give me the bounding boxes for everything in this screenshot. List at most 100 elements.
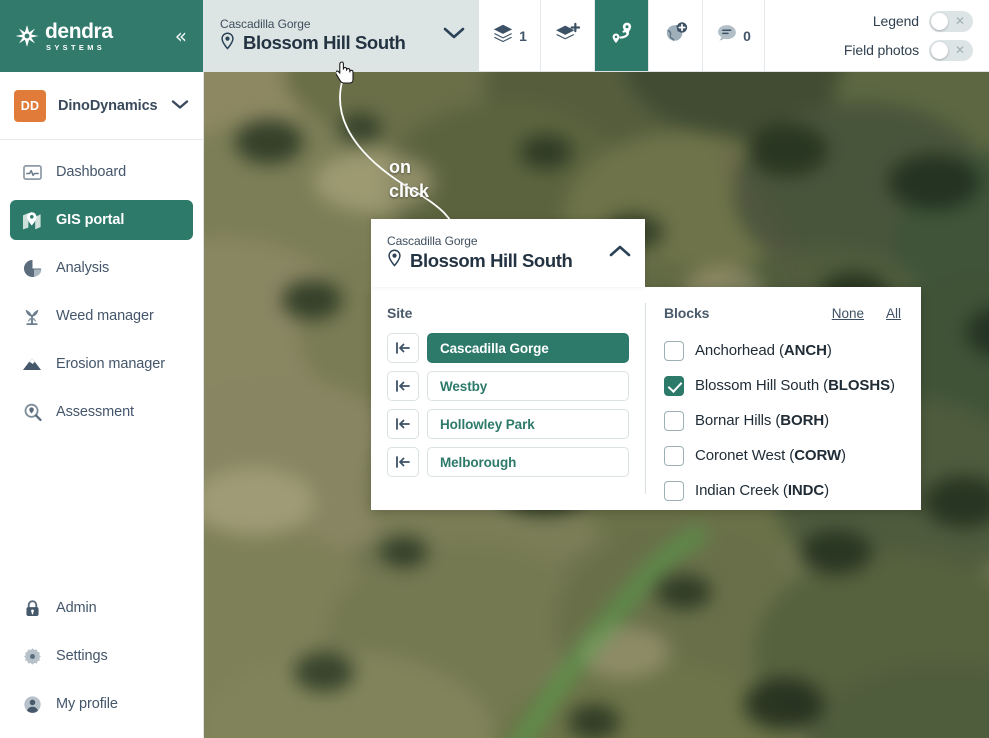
site-button[interactable]: Cascadilla Gorge [427, 333, 629, 363]
sidebar-item-gis-portal[interactable]: GIS portal [10, 200, 193, 240]
sidebar-item-label: My profile [56, 696, 118, 712]
comments-count: 0 [743, 28, 751, 44]
brand-wordmark: dendra SYSTEMS [45, 21, 113, 51]
site-selector-parent: Cascadilla Gorge [220, 17, 435, 31]
sidebar-item-weed-manager[interactable]: Weed manager [10, 296, 193, 336]
pin-route-icon [609, 20, 635, 51]
sidebar-item-settings[interactable]: Settings [10, 636, 193, 676]
site-panel-header-text: Cascadilla Gorge Blossom Hill South [387, 234, 601, 272]
site-selector-name: Blossom Hill South [243, 32, 405, 54]
block-list-item[interactable]: Anchorhead (ANCH) [664, 333, 901, 368]
block-list-item[interactable]: Blossom Hill South (BLOSHS) [664, 368, 901, 403]
sidebar: dendra SYSTEMS « DD DinoDynamics [0, 0, 204, 738]
legend-toggle[interactable]: ✕ [929, 11, 973, 32]
toolbar-points-paths-button[interactable] [595, 0, 649, 71]
toolbar-add-layer-button[interactable] [541, 0, 595, 71]
mountain-icon [22, 354, 42, 374]
block-list-item[interactable]: Coronet West (CORW) [664, 438, 901, 473]
toolbar-layers-button[interactable]: 1 [479, 0, 541, 71]
block-checkbox[interactable] [664, 411, 684, 431]
field-photos-toggle-row: Field photos ✕ [844, 40, 973, 61]
chevron-down-icon[interactable] [171, 98, 189, 113]
org-name: DinoDynamics [58, 98, 159, 114]
layers-icon [492, 22, 514, 49]
dashboard-icon [22, 162, 42, 182]
lock-icon [22, 598, 42, 618]
site-button[interactable]: Westby [427, 371, 629, 401]
site-panel-name: Blossom Hill South [410, 250, 572, 272]
block-checkbox[interactable] [664, 341, 684, 361]
block-code: CORW [794, 447, 841, 464]
x-icon: ✕ [955, 44, 965, 56]
sidebar-item-my-profile[interactable]: My profile [10, 684, 193, 724]
dendra-logo[interactable]: dendra SYSTEMS [14, 21, 113, 51]
top-toolbar: Cascadilla Gorge Blossom Hill South [204, 0, 989, 72]
jump-to-left-icon[interactable] [387, 333, 419, 363]
field-photos-toggle-label: Field photos [844, 42, 919, 58]
comment-icon [716, 23, 738, 48]
block-checkbox[interactable] [664, 376, 684, 396]
jump-to-left-icon[interactable] [387, 371, 419, 401]
sidebar-item-label: Analysis [56, 260, 109, 276]
site-list-item: Cascadilla Gorge [387, 333, 629, 363]
block-checkbox[interactable] [664, 481, 684, 501]
select-all-link[interactable]: All [886, 306, 901, 321]
sidebar-item-label: Weed manager [56, 308, 154, 324]
toolbar-add-region-button[interactable] [649, 0, 703, 71]
sidebar-item-assessment[interactable]: Assessment [10, 392, 193, 432]
globe-plus-icon [664, 21, 688, 50]
sidebar-item-admin[interactable]: Admin [10, 588, 193, 628]
site-panel-header[interactable]: Cascadilla Gorge Blossom Hill South [371, 219, 645, 287]
block-list-item[interactable]: Indian Creek (INDC) [664, 473, 901, 508]
block-code: BORH [780, 412, 824, 429]
sidebar-item-analysis[interactable]: Analysis [10, 248, 193, 288]
site-column: Site Cascadilla Gorge [371, 287, 645, 510]
sidebar-item-label: Assessment [56, 404, 134, 420]
primary-nav: Dashboard GIS portal [0, 140, 203, 432]
map-pin-icon [387, 249, 402, 272]
site-selector[interactable]: Cascadilla Gorge Blossom Hill South [204, 0, 479, 71]
sidebar-item-label: Erosion manager [56, 356, 165, 372]
sidebar-item-erosion-manager[interactable]: Erosion manager [10, 344, 193, 384]
brand-name: dendra [45, 21, 113, 42]
block-list-item[interactable]: Bornar Hills (BORH) [664, 403, 901, 438]
legend-toggle-row: Legend ✕ [844, 11, 973, 32]
block-name: Anchorhead [695, 342, 775, 359]
chevron-down-icon[interactable] [443, 26, 465, 45]
org-switcher[interactable]: DD DinoDynamics [0, 72, 203, 140]
jump-to-left-icon[interactable] [387, 447, 419, 477]
block-checkbox[interactable] [664, 446, 684, 466]
pie-chart-icon [22, 258, 42, 278]
select-none-link[interactable]: None [832, 306, 864, 321]
site-column-title: Site [387, 305, 412, 321]
block-label: Coronet West (CORW) [695, 447, 846, 464]
layers-count: 1 [519, 28, 527, 44]
field-photos-toggle[interactable]: ✕ [929, 40, 973, 61]
site-button[interactable]: Melborough [427, 447, 629, 477]
blocks-column: Blocks None All Anchorhead (ANCH) Blosso… [646, 287, 921, 510]
map-pin-icon [22, 210, 42, 230]
jump-to-left-icon[interactable] [387, 409, 419, 439]
sidebar-item-label: Dashboard [56, 164, 126, 180]
weed-icon [22, 306, 42, 326]
blocks-selection-links: None All [832, 306, 901, 321]
site-button[interactable]: Hollowley Park [427, 409, 629, 439]
blocks-column-title: Blocks [664, 305, 709, 321]
map-pin-icon [220, 32, 235, 55]
sidebar-item-dashboard[interactable]: Dashboard [10, 152, 193, 192]
x-icon: ✕ [955, 15, 965, 27]
block-code: ANCH [784, 342, 827, 359]
toolbar-comments-button[interactable]: 0 [703, 0, 765, 71]
chevron-double-left-icon[interactable]: « [175, 26, 187, 46]
sidebar-item-label: Admin [56, 600, 97, 616]
site-list-item: Hollowley Park [387, 409, 629, 439]
site-list-item: Melborough [387, 447, 629, 477]
brand-subtitle: SYSTEMS [45, 44, 113, 51]
block-label: Anchorhead (ANCH) [695, 342, 832, 359]
site-blocks-panel: Site Cascadilla Gorge [371, 287, 921, 510]
sidebar-item-label: GIS portal [56, 212, 124, 228]
block-code: INDC [788, 482, 824, 499]
gear-icon [22, 646, 42, 666]
chevron-up-icon[interactable] [609, 244, 631, 263]
site-panel-parent: Cascadilla Gorge [387, 234, 601, 248]
